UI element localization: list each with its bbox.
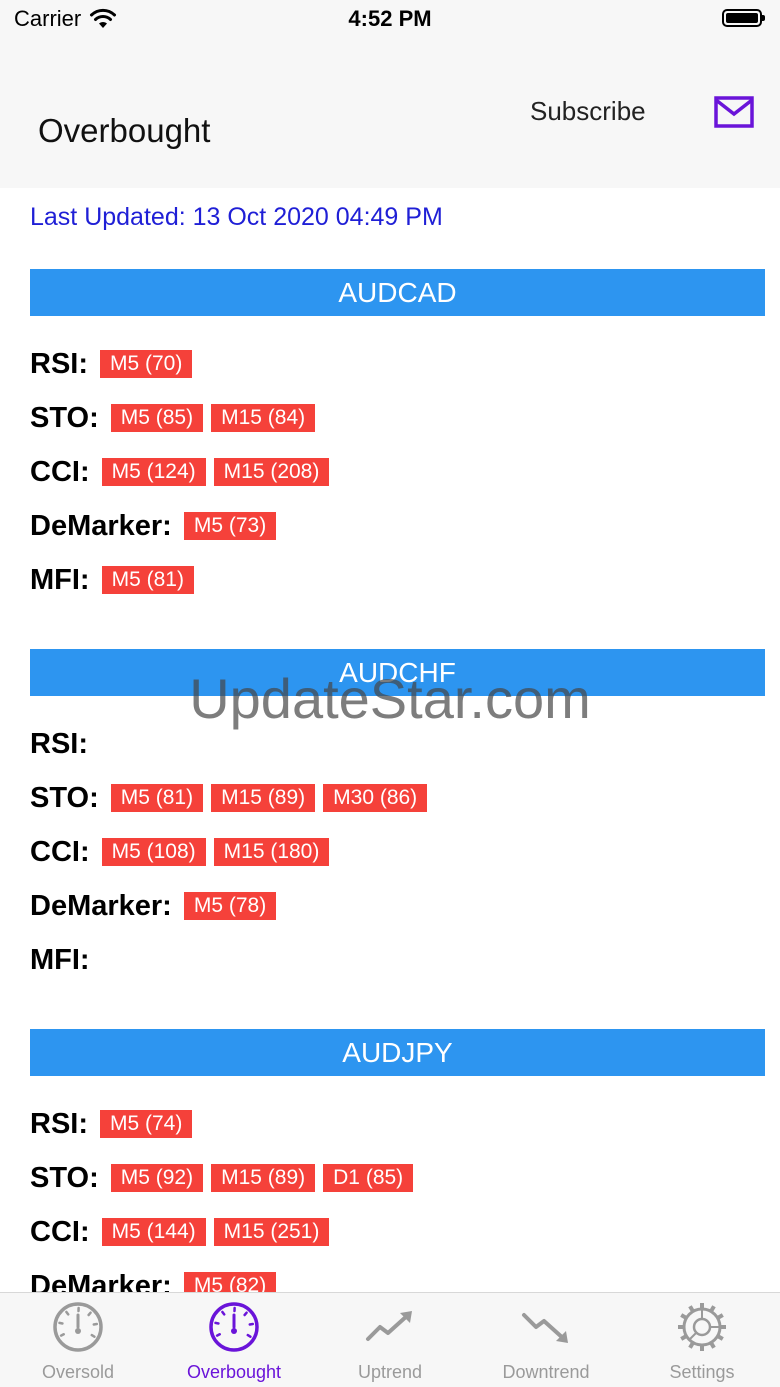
page-title: Overbought [38, 112, 211, 149]
tab-overbought[interactable]: Overbought [156, 1293, 312, 1387]
tab-uptrend[interactable]: Uptrend [312, 1293, 468, 1387]
pair-header: AUDCAD [30, 269, 765, 316]
indicator-row: MFI: [30, 933, 765, 987]
pairs-list: AUDCAD RSI: M5 (70) STO: M5 (85) M15 (84) CCI:… [30, 269, 765, 1355]
indicator-label: RSI: [30, 347, 88, 380]
gauge-low-icon [52, 1301, 104, 1358]
indicator-row: CCI: M5 (144) M15 (251) [30, 1205, 765, 1259]
indicator-label: RSI: [30, 727, 88, 760]
indicator-label: CCI: [30, 835, 90, 868]
gear-icon [676, 1301, 728, 1358]
tab-label: Downtrend [502, 1362, 590, 1382]
timeframe-tag: M5 (108) [101, 838, 206, 866]
timeframe-tag: M5 (78) [183, 892, 277, 920]
indicator-row: DeMarker: M5 (73) [30, 499, 765, 553]
tab-label: Oversold [41, 1362, 115, 1382]
timeframe-tag: M5 (92) [110, 1164, 204, 1192]
pair-section: AUDCHF RSI: STO: M5 (81) M15 (89) M30 (86) CCI… [30, 649, 765, 987]
timeframe-tag: M5 (73) [183, 512, 277, 540]
indicator-label: MFI: [30, 943, 90, 976]
indicator-row: MFI: M5 (81) [30, 553, 765, 607]
indicator-row: STO: M5 (81) M15 (89) M30 (86) [30, 771, 765, 825]
indicator-row: RSI: M5 (70) [30, 337, 765, 391]
status-bar: Carrier 4:52 PM [0, 0, 780, 40]
status-time: 4:52 PM [348, 6, 432, 31]
indicator-label: MFI: [30, 563, 90, 596]
timeframe-tag: M5 (124) [101, 458, 206, 486]
tab-downtrend[interactable]: Downtrend [468, 1293, 624, 1387]
pair-section: AUDCAD RSI: M5 (70) STO: M5 (85) M15 (84) CCI:… [30, 269, 765, 607]
gauge-high-icon [208, 1301, 260, 1358]
timeframe-tag: M5 (144) [101, 1218, 206, 1246]
tab-oversold[interactable]: Oversold [0, 1293, 156, 1387]
indicator-row: STO: M5 (85) M15 (84) [30, 391, 765, 445]
pair-header: AUDJPY [30, 1029, 765, 1076]
timeframe-tag: M5 (81) [110, 784, 204, 812]
timeframe-tag: M15 (180) [213, 838, 330, 866]
timeframe-tag: M15 (89) [211, 1164, 316, 1192]
pair-section: AUDJPY RSI: M5 (74) STO: M5 (92) M15 (89) D1 (… [30, 1029, 765, 1313]
tab-label: Overbought [186, 1362, 282, 1382]
mail-icon[interactable] [714, 96, 754, 128]
indicator-row: RSI: M5 (74) [30, 1097, 765, 1151]
indicator-label: STO: [30, 781, 99, 814]
indicator-row: DeMarker: M5 (78) [30, 879, 765, 933]
timeframe-tag: M30 (86) [323, 784, 428, 812]
tab-bar: Oversold Overbought Uptrend Downtrend Settin… [0, 1292, 780, 1387]
indicator-row: CCI: M5 (108) M15 (180) [30, 825, 765, 879]
pair-header: AUDCHF [30, 649, 765, 696]
indicator-label: RSI: [30, 1107, 88, 1140]
indicator-label: STO: [30, 401, 99, 434]
indicator-label: STO: [30, 1161, 99, 1194]
last-updated-text: Last Updated: 13 Oct 2020 04:49 PM [30, 203, 443, 231]
timeframe-tag: D1 (85) [323, 1164, 414, 1192]
tab-label: Uptrend [357, 1362, 423, 1382]
nav-bar: Overbought Subscribe [0, 40, 780, 188]
timeframe-tag: M5 (85) [110, 404, 204, 432]
trend-up-icon [364, 1301, 416, 1358]
indicator-label: CCI: [30, 455, 90, 488]
timeframe-tag: M5 (70) [100, 350, 193, 378]
tab-settings[interactable]: Settings [624, 1293, 780, 1387]
trend-down-icon [520, 1301, 572, 1358]
timeframe-tag: M15 (89) [211, 784, 316, 812]
indicator-row: STO: M5 (92) M15 (89) D1 (85) [30, 1151, 765, 1205]
subscribe-button[interactable]: Subscribe [530, 96, 646, 127]
tab-label: Settings [669, 1362, 735, 1382]
indicator-label: DeMarker: [30, 889, 172, 922]
battery-icon [722, 9, 765, 27]
timeframe-tag: M15 (84) [211, 404, 316, 432]
indicator-label: CCI: [30, 1215, 90, 1248]
timeframe-tag: M15 (208) [213, 458, 330, 486]
indicator-row: CCI: M5 (124) M15 (208) [30, 445, 765, 499]
timeframe-tag: M15 (251) [213, 1218, 330, 1246]
indicator-label: DeMarker: [30, 509, 172, 542]
indicator-row: RSI: [30, 717, 765, 771]
timeframe-tag: M5 (81) [101, 566, 194, 594]
timeframe-tag: M5 (74) [100, 1110, 193, 1138]
